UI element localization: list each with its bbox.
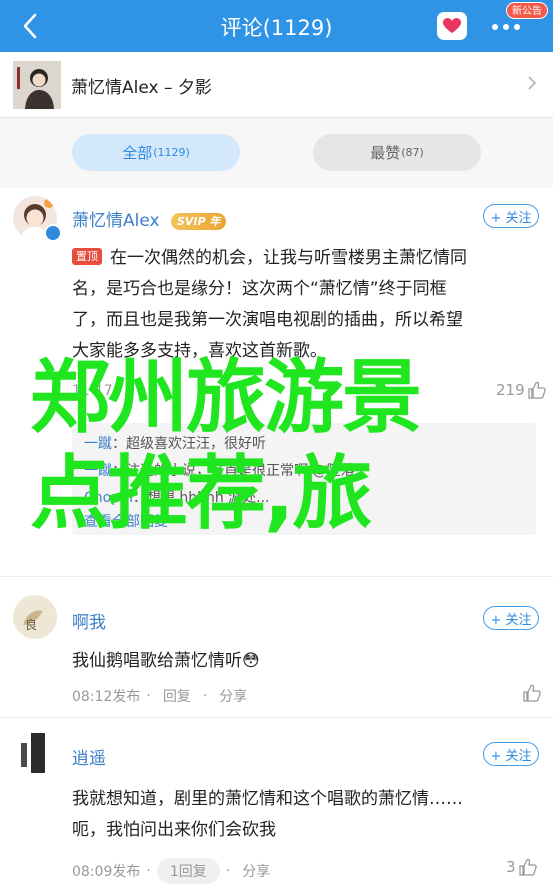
thumb-up-icon — [518, 858, 537, 876]
heart-icon — [443, 18, 461, 33]
svg-text:良: 良 — [25, 617, 37, 632]
reply-button[interactable]: 1回复 — [156, 858, 220, 884]
tab-all[interactable]: 全部 (1129) — [72, 134, 240, 171]
comment-username[interactable]: 逍遥 — [72, 744, 106, 769]
share-button[interactable]: 分享 — [219, 686, 247, 706]
song-title: 萧忆情Alex – 夕影 — [71, 78, 212, 98]
view-all-replies-link[interactable]: 查看全部回复 — [84, 511, 168, 531]
thumb-up-icon — [523, 684, 541, 702]
notice-badge[interactable]: 新公告 — [506, 2, 548, 19]
more-dots-icon — [492, 24, 498, 30]
comment-meta: 08:12发布 · 回复 · 分享 — [72, 686, 248, 706]
svip-badge: SVIP 年 — [170, 212, 227, 230]
like-button[interactable]: 219 — [496, 381, 546, 399]
comment-item: 萧忆情Alex SVIP 年 + 关注 置顶 在一次偶然的机会，让我与听雪楼男主萧… — [0, 188, 553, 568]
avatar[interactable]: 良 — [13, 595, 57, 639]
favorite-button[interactable] — [437, 12, 467, 40]
follow-button[interactable]: + 关注 — [483, 742, 539, 766]
chevron-right-icon — [527, 75, 537, 95]
nested-replies[interactable]: 一蹴：超级喜欢汪汪，很好听 一蹴：注适的小说，这首是很正常啊 @堕落 Chopi… — [72, 423, 536, 535]
page-title: 评论(1129) — [220, 16, 333, 40]
comment-time: 08:09发布 — [72, 864, 141, 880]
comment-meta: 11-17 — [72, 383, 113, 399]
comment-item: 逍遥 + 关注 我就想知道，剧里的萧忆情和这个唱歌的萧忆情…… 呃，我怕问出来你… — [0, 718, 553, 887]
avatar[interactable] — [13, 731, 57, 775]
comment-meta: 08:09发布 · 1回复 · 分享 — [72, 858, 270, 884]
share-button[interactable]: 分享 — [242, 861, 270, 881]
comment-time: 08:12发布 — [72, 689, 141, 705]
comment-text: 置顶 在一次偶然的机会，让我与听雪楼男主萧忆情同 名，是巧合也是缘分！这次两个“萧… — [72, 248, 467, 361]
thumb-up-icon — [527, 381, 546, 399]
follow-button[interactable]: + 关注 — [483, 204, 539, 228]
comment-text: 我就想知道，剧里的萧忆情和这个唱歌的萧忆情…… 呃，我怕问出来你们会砍我 — [72, 789, 463, 840]
nested-reply: 一蹴：超级喜欢汪汪，很好听 — [84, 436, 266, 452]
comment-item: 良 啊我 + 关注 我仙鹅唱歌给萧忆情听😳 08:12发布 · 回复 · 分享 — [0, 577, 553, 717]
comment-text: 我仙鹅唱歌给萧忆情听😳 — [72, 651, 260, 671]
follow-button[interactable]: + 关注 — [483, 606, 539, 630]
like-button[interactable] — [520, 684, 541, 702]
top-bar: 评论(1129) 新公告 — [0, 0, 553, 52]
comment-username[interactable]: 萧忆情Alex SVIP 年 — [72, 206, 227, 231]
tabs-bar: 全部 (1129) 最赞 (87) — [0, 118, 553, 188]
nested-reply: Chopin：想想 hhhhh 游处... — [84, 490, 270, 506]
song-info-row[interactable]: 萧忆情Alex – 夕影 — [0, 52, 553, 118]
reply-button[interactable]: 回复 — [163, 686, 191, 706]
comment-username[interactable]: 啊我 — [72, 608, 106, 633]
comment-time: 11-17 — [72, 383, 113, 399]
album-cover — [13, 61, 61, 109]
like-button[interactable]: 3 — [506, 858, 537, 876]
pinned-badge: 置顶 — [72, 248, 102, 265]
nested-reply: 一蹴：注适的小说，这首是很正常啊 @堕落 — [84, 463, 355, 479]
verified-badge-icon — [44, 224, 62, 242]
tab-top-liked[interactable]: 最赞 (87) — [313, 134, 481, 171]
